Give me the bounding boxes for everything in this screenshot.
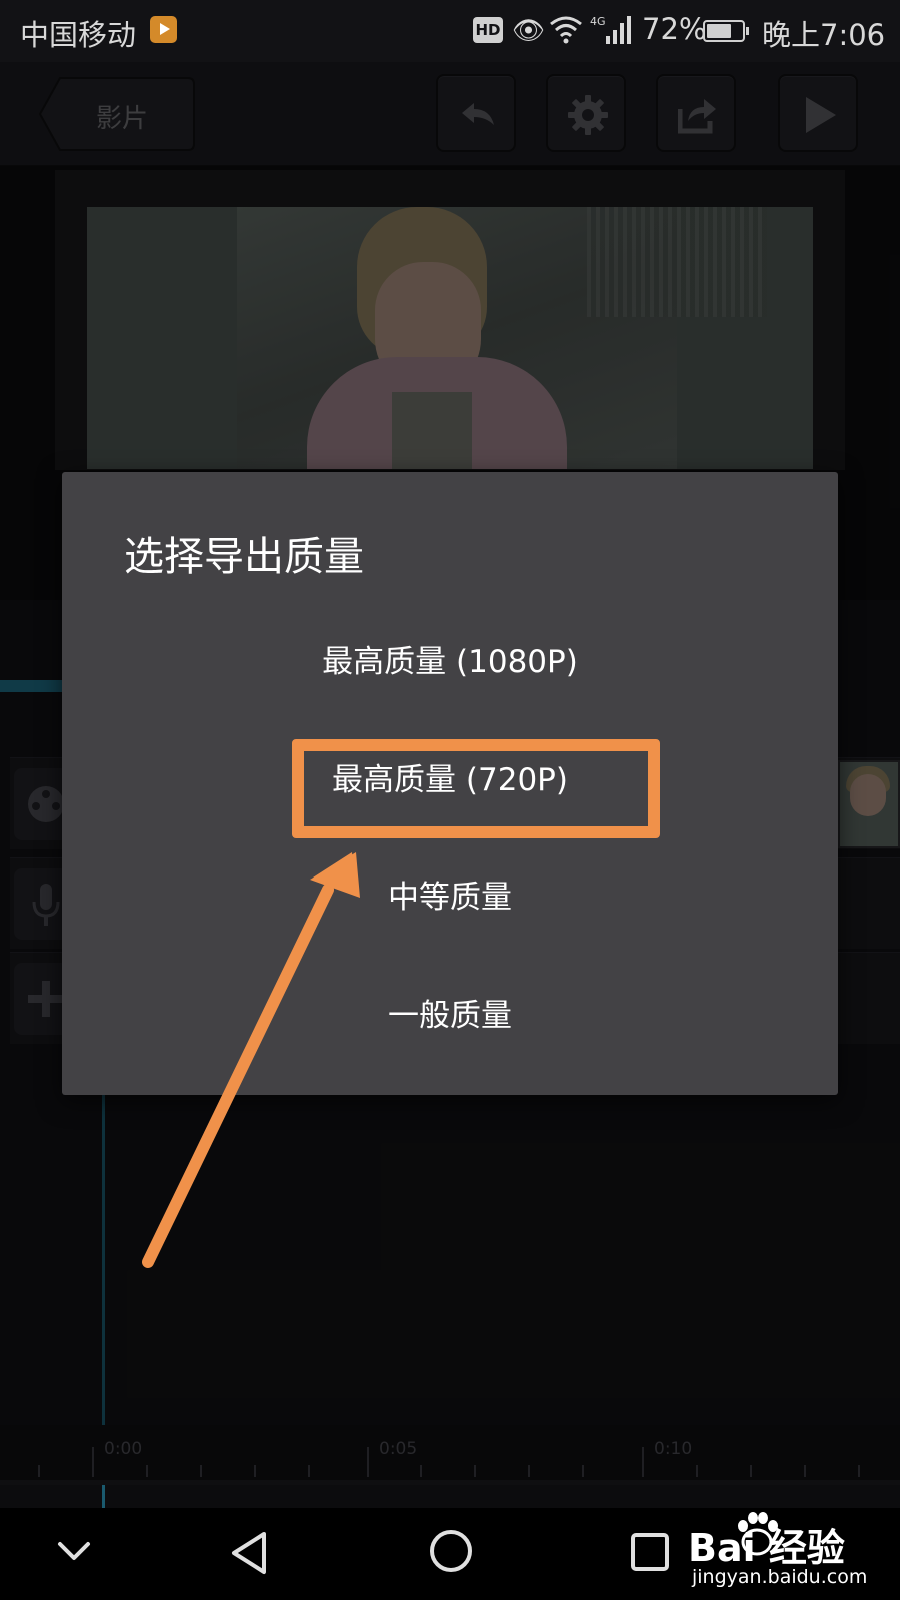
back-nav-icon[interactable] [228, 1530, 274, 1576]
watermark-url: jingyan.baidu.com [692, 1566, 868, 1588]
home-nav-icon[interactable] [428, 1528, 474, 1574]
recents-nav-icon[interactable] [630, 1532, 670, 1572]
annotation-arrow [142, 852, 360, 1268]
watermark-brand: Bai 经验 [688, 1526, 845, 1570]
hide-keyboard-icon[interactable] [54, 1538, 94, 1568]
